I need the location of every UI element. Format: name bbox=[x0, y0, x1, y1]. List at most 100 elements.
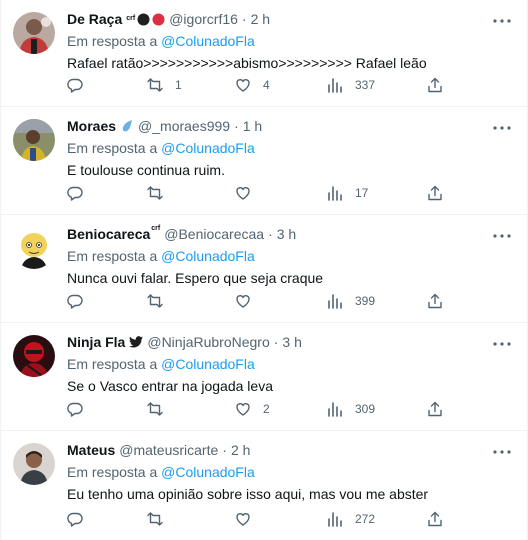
reply-context: Em resposta a @ColunadoFla bbox=[67, 355, 516, 373]
tweet-text: Rafael ratão>>>>>>>>>>>abismo>>>>>>>>> R… bbox=[67, 55, 427, 71]
heart-icon bbox=[236, 295, 250, 308]
timestamp[interactable]: 3 h bbox=[282, 333, 301, 351]
avatar[interactable] bbox=[13, 335, 55, 377]
views-button[interactable]: 399 bbox=[327, 290, 375, 312]
views-button[interactable]: 17 bbox=[327, 182, 368, 204]
reply-prefix: Em resposta a bbox=[67, 248, 158, 264]
more-icon[interactable] bbox=[492, 119, 512, 137]
reply-button[interactable] bbox=[67, 74, 95, 96]
views-button[interactable]: 309 bbox=[327, 398, 375, 420]
tweet[interactable]: De Raça crf @igorcrf16 · 2 h Em resposta… bbox=[1, 0, 528, 107]
view-count: 272 bbox=[355, 512, 376, 526]
twitter-bird-icon bbox=[129, 336, 144, 348]
retweet-button[interactable] bbox=[147, 508, 175, 530]
action-bar: 2 309 bbox=[67, 398, 516, 420]
reply-context: Em resposta a @ColunadoFla bbox=[67, 463, 516, 481]
share-button[interactable] bbox=[427, 508, 443, 530]
user-handle[interactable]: @igorcrf16 bbox=[169, 10, 238, 28]
share-button[interactable] bbox=[427, 182, 443, 204]
user-handle[interactable]: @mateusricarte bbox=[119, 441, 218, 459]
more-icon[interactable] bbox=[492, 335, 512, 353]
reply-to-link[interactable]: @ColunadoFla bbox=[161, 464, 255, 480]
separator-dot: · bbox=[268, 226, 273, 242]
display-name[interactable]: Ninja Fla bbox=[67, 333, 125, 351]
reply-to-link[interactable]: @ColunadoFla bbox=[161, 248, 255, 264]
views-icon bbox=[328, 186, 342, 201]
reply-button[interactable] bbox=[67, 398, 95, 420]
tweet-text: E toulouse continua ruim. bbox=[67, 162, 225, 178]
tweet[interactable]: Beniocareca crf @Beniocarecaa · 3 h Em r… bbox=[1, 215, 528, 323]
retweet-button[interactable]: 1 bbox=[147, 74, 182, 96]
more-icon[interactable] bbox=[492, 227, 512, 245]
share-icon bbox=[428, 293, 442, 309]
like-count: 2 bbox=[263, 402, 270, 416]
views-button[interactable]: 337 bbox=[327, 74, 375, 96]
share-button[interactable] bbox=[427, 398, 443, 420]
reply-button[interactable] bbox=[67, 290, 95, 312]
like-button[interactable] bbox=[235, 290, 263, 312]
reply-icon bbox=[67, 402, 83, 417]
view-count: 309 bbox=[355, 402, 376, 416]
separator-dot: · bbox=[234, 118, 239, 134]
avatar[interactable] bbox=[13, 12, 55, 54]
retweet-icon bbox=[147, 186, 163, 200]
like-button[interactable] bbox=[235, 508, 263, 530]
retweet-icon bbox=[147, 294, 163, 308]
timestamp[interactable]: 3 h bbox=[277, 225, 296, 243]
reply-prefix: Em resposta a bbox=[67, 464, 158, 480]
reply-context: Em resposta a @ColunadoFla bbox=[67, 247, 516, 265]
like-button[interactable] bbox=[235, 182, 263, 204]
share-icon bbox=[428, 401, 442, 417]
tweet[interactable]: Ninja Fla @NinjaRubroNegro · 3 h Em resp… bbox=[1, 323, 528, 431]
tweet-text: Eu tenho uma opinião sobre isso aqui, ma… bbox=[67, 486, 429, 502]
display-name[interactable]: Mateus bbox=[67, 441, 115, 459]
tweet[interactable]: Moraes @_moraes999 · 1 h Em resposta a @… bbox=[1, 107, 528, 215]
droplet-icon bbox=[122, 120, 133, 132]
user-handle[interactable]: @NinjaRubroNegro bbox=[147, 333, 269, 351]
reply-button[interactable] bbox=[67, 508, 95, 530]
display-name[interactable]: Beniocareca bbox=[67, 225, 150, 243]
avatar[interactable] bbox=[13, 227, 55, 269]
user-handle[interactable]: @_moraes999 bbox=[138, 117, 230, 135]
timestamp[interactable]: 1 h bbox=[243, 117, 262, 135]
reply-prefix: Em resposta a bbox=[67, 356, 158, 372]
timestamp[interactable]: 2 h bbox=[251, 10, 270, 28]
reply-to-link[interactable]: @ColunadoFla bbox=[161, 33, 255, 49]
views-icon bbox=[328, 512, 342, 527]
share-button[interactable] bbox=[427, 290, 443, 312]
heart-icon bbox=[236, 513, 250, 526]
reply-to-link[interactable]: @ColunadoFla bbox=[161, 140, 255, 156]
like-count: 4 bbox=[263, 78, 270, 92]
more-icon[interactable] bbox=[492, 443, 512, 461]
crf-badge: crf bbox=[151, 225, 161, 232]
tweet[interactable]: Mateus @mateusricarte · 2 h Em resposta … bbox=[1, 431, 528, 540]
retweet-icon bbox=[147, 402, 163, 416]
retweet-button[interactable] bbox=[147, 398, 175, 420]
reply-prefix: Em resposta a bbox=[67, 140, 158, 156]
view-count: 399 bbox=[355, 294, 376, 308]
reply-to-link[interactable]: @ColunadoFla bbox=[161, 356, 255, 372]
action-bar: 17 bbox=[67, 182, 516, 204]
retweet-button[interactable] bbox=[147, 182, 175, 204]
retweet-button[interactable] bbox=[147, 290, 175, 312]
avatar[interactable] bbox=[13, 119, 55, 161]
crf-badge: crf bbox=[126, 15, 136, 22]
views-icon bbox=[328, 78, 342, 93]
more-icon[interactable] bbox=[492, 12, 512, 30]
retweet-icon bbox=[147, 78, 163, 92]
reply-button[interactable] bbox=[67, 182, 95, 204]
views-button[interactable]: 272 bbox=[327, 508, 375, 530]
timestamp[interactable]: 2 h bbox=[231, 441, 250, 459]
action-bar: 272 bbox=[67, 508, 516, 530]
display-name[interactable]: De Raça bbox=[67, 10, 122, 28]
avatar[interactable] bbox=[13, 443, 55, 485]
like-button[interactable]: 2 bbox=[235, 398, 270, 420]
retweet-count: 1 bbox=[175, 78, 182, 92]
share-button[interactable] bbox=[427, 74, 443, 96]
heart-icon bbox=[236, 79, 250, 92]
share-icon bbox=[428, 77, 442, 93]
like-button[interactable]: 4 bbox=[235, 74, 270, 96]
reply-prefix: Em resposta a bbox=[67, 33, 158, 49]
display-name[interactable]: Moraes bbox=[67, 117, 116, 135]
user-handle[interactable]: @Beniocarecaa bbox=[164, 225, 264, 243]
